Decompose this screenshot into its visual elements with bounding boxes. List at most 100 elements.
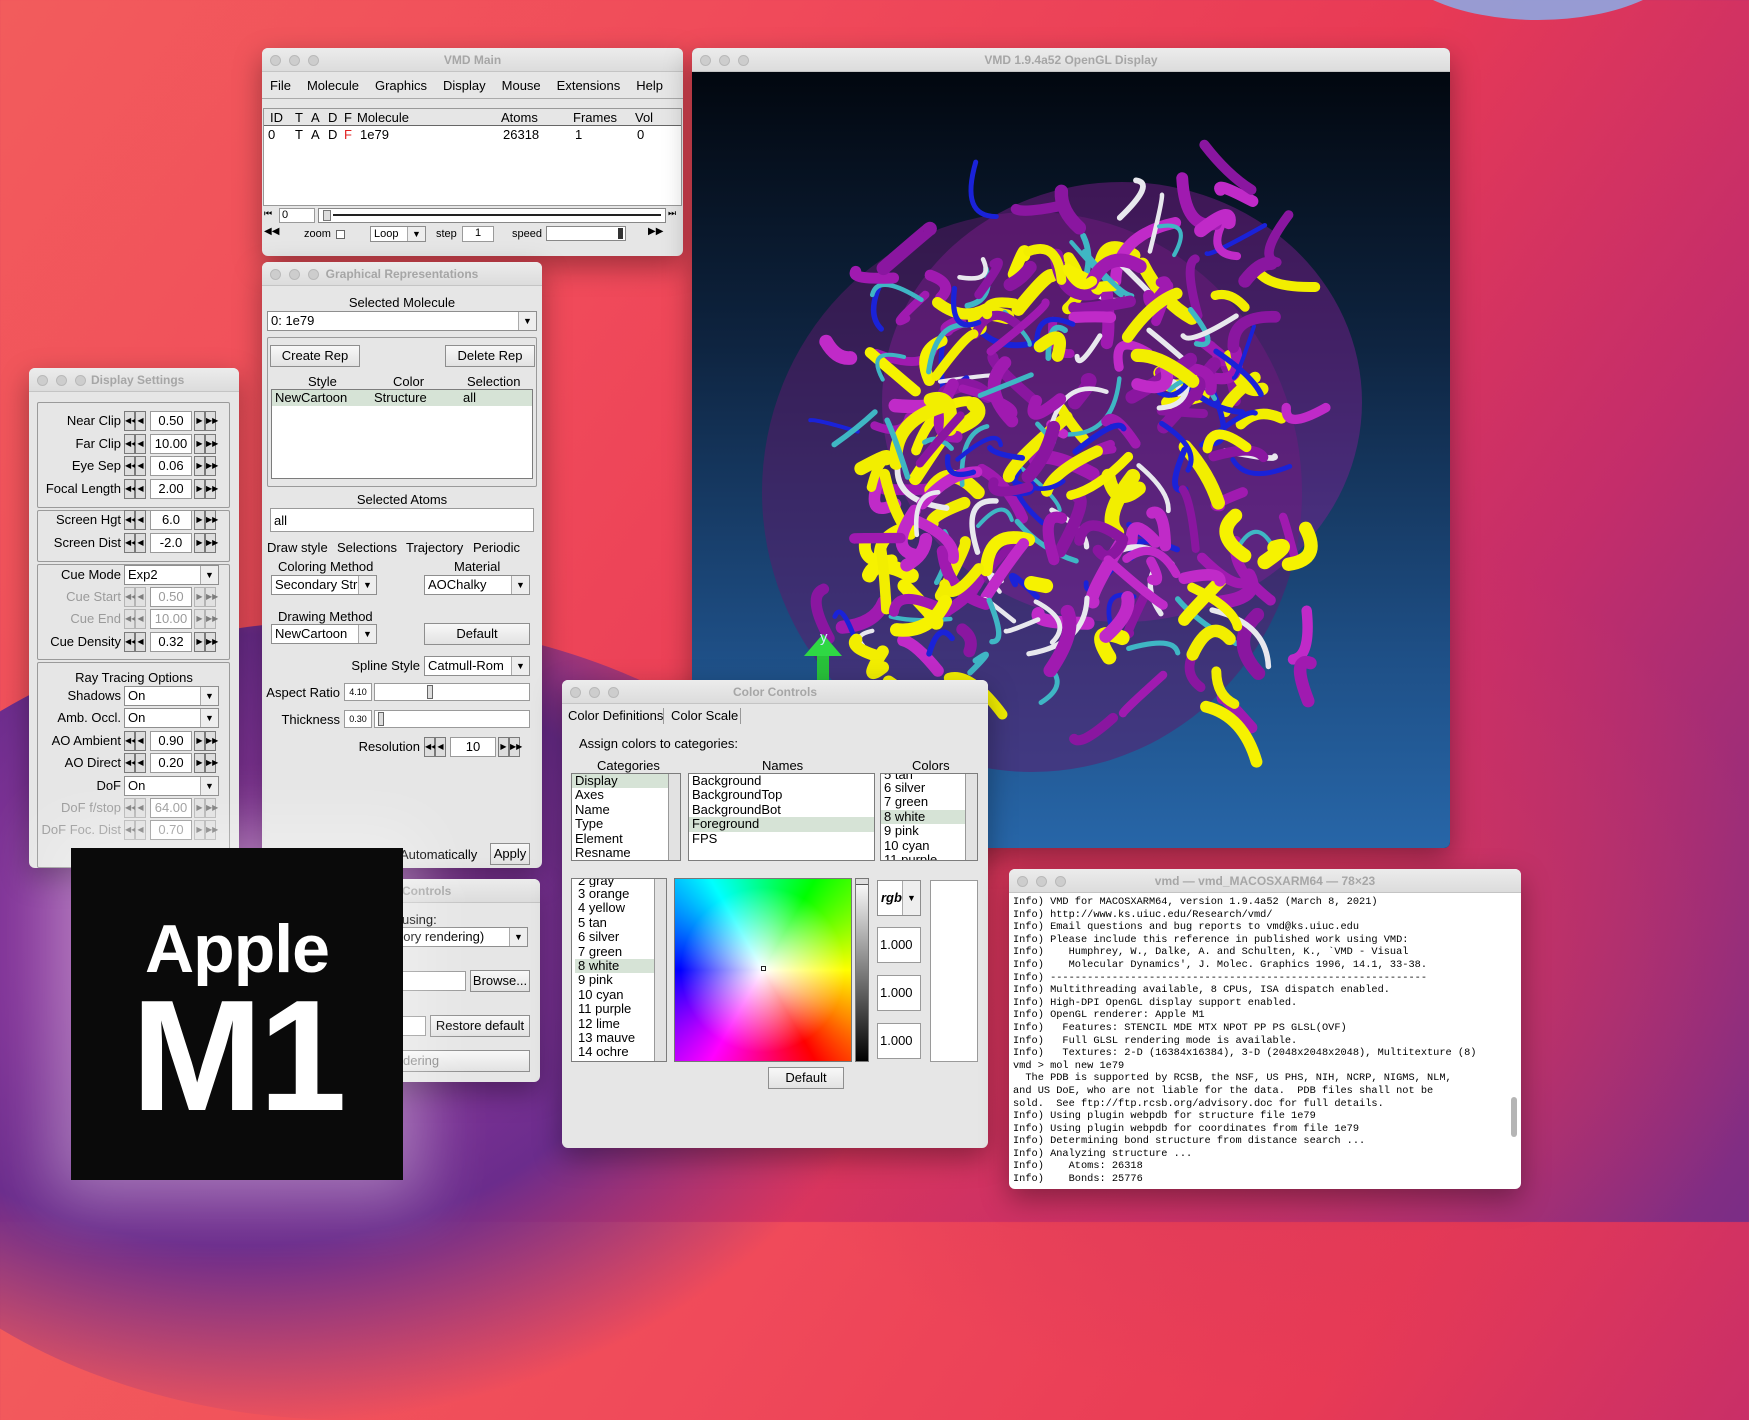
dof-focdist-increment[interactable]: ▶▶▶ bbox=[194, 820, 216, 840]
play-forward-button[interactable]: ▶▶ bbox=[648, 226, 663, 237]
ao-direct-increment[interactable]: ▶▶▶ bbox=[194, 753, 216, 773]
list-item[interactable]: Resname bbox=[572, 846, 680, 860]
ao-direct-decrement[interactable]: ◀◀◀ bbox=[124, 753, 146, 773]
zoom-icon[interactable] bbox=[1055, 876, 1066, 887]
thickness-slider[interactable] bbox=[374, 710, 530, 728]
color-mode-select[interactable]: rgb▼ bbox=[877, 880, 921, 916]
colors-list-top[interactable]: 5 tan 6 silver 7 green 8 white 9 pink 10… bbox=[880, 773, 978, 861]
dof-focdist-field[interactable]: 0.70 bbox=[150, 820, 192, 840]
selected-molecule-select[interactable]: 0: 1e79▼ bbox=[267, 311, 537, 331]
table-row[interactable]: 0 T A D F 1e79 26318 1 0 bbox=[264, 126, 681, 142]
list-item[interactable]: Background bbox=[689, 774, 874, 788]
cue-end-decrement[interactable]: ◀◀◀ bbox=[124, 609, 146, 629]
list-item[interactable]: 9 pink bbox=[575, 973, 666, 987]
color-index-list[interactable]: 2 gray3 orange4 yellow5 tan6 silver7 gre… bbox=[571, 878, 667, 1062]
minimize-icon[interactable] bbox=[289, 269, 300, 280]
tab-selections[interactable]: Selections bbox=[337, 540, 397, 555]
minimize-icon[interactable] bbox=[589, 687, 600, 698]
screen-hgt-field[interactable]: 6.0 bbox=[150, 510, 192, 530]
list-item[interactable]: 10 cyan bbox=[881, 839, 977, 853]
list-item[interactable]: 6 silver bbox=[881, 781, 977, 795]
focal-length-field[interactable]: 2.00 bbox=[150, 479, 192, 499]
cue-start-decrement[interactable]: ◀◀◀ bbox=[124, 587, 146, 607]
loop-mode-select[interactable]: Loop▼ bbox=[370, 226, 426, 242]
graph-reps-titlebar[interactable]: Graphical Representations bbox=[262, 262, 542, 286]
menu-help[interactable]: Help bbox=[628, 73, 671, 98]
list-item[interactable]: Foreground bbox=[689, 817, 874, 831]
aspect-ratio-field[interactable]: 4.10 bbox=[344, 683, 372, 701]
cue-start-increment[interactable]: ▶▶▶ bbox=[194, 587, 216, 607]
vmd-main-titlebar[interactable]: VMD Main bbox=[262, 48, 683, 72]
close-icon[interactable] bbox=[1017, 876, 1028, 887]
list-item[interactable]: 8 white bbox=[575, 959, 666, 973]
screen-hgt-decrement[interactable]: ◀◀◀ bbox=[124, 510, 146, 530]
browse-button[interactable]: Browse... bbox=[470, 970, 530, 992]
scrollbar[interactable] bbox=[1510, 897, 1518, 1183]
cue-end-increment[interactable]: ▶▶▶ bbox=[194, 609, 216, 629]
blue-value-field[interactable]: 1.000 bbox=[877, 1023, 921, 1059]
list-item[interactable]: 9 pink bbox=[881, 824, 977, 838]
thickness-field[interactable]: 0.30 bbox=[344, 710, 372, 728]
list-item[interactable]: 11 purple bbox=[575, 1002, 666, 1016]
minimize-icon[interactable] bbox=[719, 55, 730, 66]
draw-default-button[interactable]: Default bbox=[424, 623, 530, 645]
start-rendering-button[interactable]: dering bbox=[392, 1050, 530, 1072]
terminal-output[interactable]: Info) VMD for MACOSXARM64, version 1.9.4… bbox=[1013, 896, 1507, 1186]
list-item[interactable]: 10 cyan bbox=[575, 988, 666, 1002]
close-icon[interactable] bbox=[570, 687, 581, 698]
cue-density-decrement[interactable]: ◀◀◀ bbox=[124, 632, 146, 652]
row-t[interactable]: T bbox=[295, 127, 303, 142]
list-item[interactable]: 5 tan bbox=[575, 916, 666, 930]
material-select[interactable]: AOChalky▼ bbox=[424, 575, 530, 595]
menu-mouse[interactable]: Mouse bbox=[494, 73, 549, 98]
create-rep-button[interactable]: Create Rep bbox=[270, 345, 360, 367]
close-icon[interactable] bbox=[700, 55, 711, 66]
resolution-field[interactable]: 10 bbox=[450, 737, 496, 757]
dof-select[interactable]: On▼ bbox=[124, 776, 219, 796]
close-icon[interactable] bbox=[37, 375, 48, 386]
cue-end-field[interactable]: 10.00 bbox=[150, 609, 192, 629]
menu-graphics[interactable]: Graphics bbox=[367, 73, 435, 98]
far-clip-decrement[interactable]: ◀◀◀ bbox=[124, 434, 146, 454]
resolution-decrement[interactable]: ◀◀◀ bbox=[424, 737, 446, 757]
focal-length-increment[interactable]: ▶▶▶ bbox=[194, 479, 216, 499]
brightness-slider[interactable] bbox=[855, 878, 869, 1062]
dof-fstop-increment[interactable]: ▶▶▶ bbox=[194, 798, 216, 818]
far-clip-increment[interactable]: ▶▶▶ bbox=[194, 434, 216, 454]
menu-extensions[interactable]: Extensions bbox=[549, 73, 629, 98]
tab-periodic[interactable]: Periodic bbox=[473, 540, 520, 555]
list-item[interactable]: 6 silver bbox=[575, 930, 666, 944]
red-value-field[interactable]: 1.000 bbox=[877, 927, 921, 963]
restore-default-button[interactable]: Restore default bbox=[430, 1015, 530, 1037]
list-item[interactable]: 8 white bbox=[881, 810, 977, 824]
tab-trajectory[interactable]: Trajectory bbox=[406, 540, 463, 555]
dof-fstop-decrement[interactable]: ◀◀◀ bbox=[124, 798, 146, 818]
speed-slider[interactable] bbox=[546, 226, 626, 241]
screen-hgt-increment[interactable]: ▶▶▶ bbox=[194, 510, 216, 530]
row-a[interactable]: A bbox=[311, 127, 320, 142]
zoom-icon[interactable] bbox=[308, 55, 319, 66]
delete-rep-button[interactable]: Delete Rep bbox=[445, 345, 535, 367]
spline-style-select[interactable]: Catmull-Rom▼ bbox=[424, 656, 530, 676]
cue-density-increment[interactable]: ▶▶▶ bbox=[194, 632, 216, 652]
list-item[interactable]: 11 purple bbox=[881, 853, 977, 861]
eye-sep-decrement[interactable]: ◀◀◀ bbox=[124, 456, 146, 476]
list-item[interactable]: Display bbox=[572, 774, 680, 788]
row-d[interactable]: D bbox=[328, 127, 337, 142]
screen-dist-increment[interactable]: ▶▶▶ bbox=[194, 533, 216, 553]
reps-list[interactable]: NewCartoon Structure all bbox=[271, 389, 533, 479]
list-item[interactable]: Axes bbox=[572, 788, 680, 802]
list-item[interactable]: 7 green bbox=[575, 945, 666, 959]
list-item[interactable]: BackgroundTop bbox=[689, 788, 874, 802]
menu-display[interactable]: Display bbox=[435, 73, 494, 98]
row-f[interactable]: F bbox=[344, 127, 352, 142]
menu-molecule[interactable]: Molecule bbox=[299, 73, 367, 98]
minimize-icon[interactable] bbox=[1036, 876, 1047, 887]
categories-list[interactable]: Display Axes Name Type Element Resname bbox=[571, 773, 681, 861]
far-clip-field[interactable]: 10.00 bbox=[150, 434, 192, 454]
render-filename-input[interactable] bbox=[392, 971, 466, 991]
terminal-titlebar[interactable]: vmd — vmd_MACOSXARM64 — 78×23 bbox=[1009, 869, 1521, 893]
coloring-method-select[interactable]: Secondary Stru▼ bbox=[271, 575, 377, 595]
zoom-icon[interactable] bbox=[608, 687, 619, 698]
list-item[interactable]: NewCartoon Structure all bbox=[272, 390, 532, 406]
